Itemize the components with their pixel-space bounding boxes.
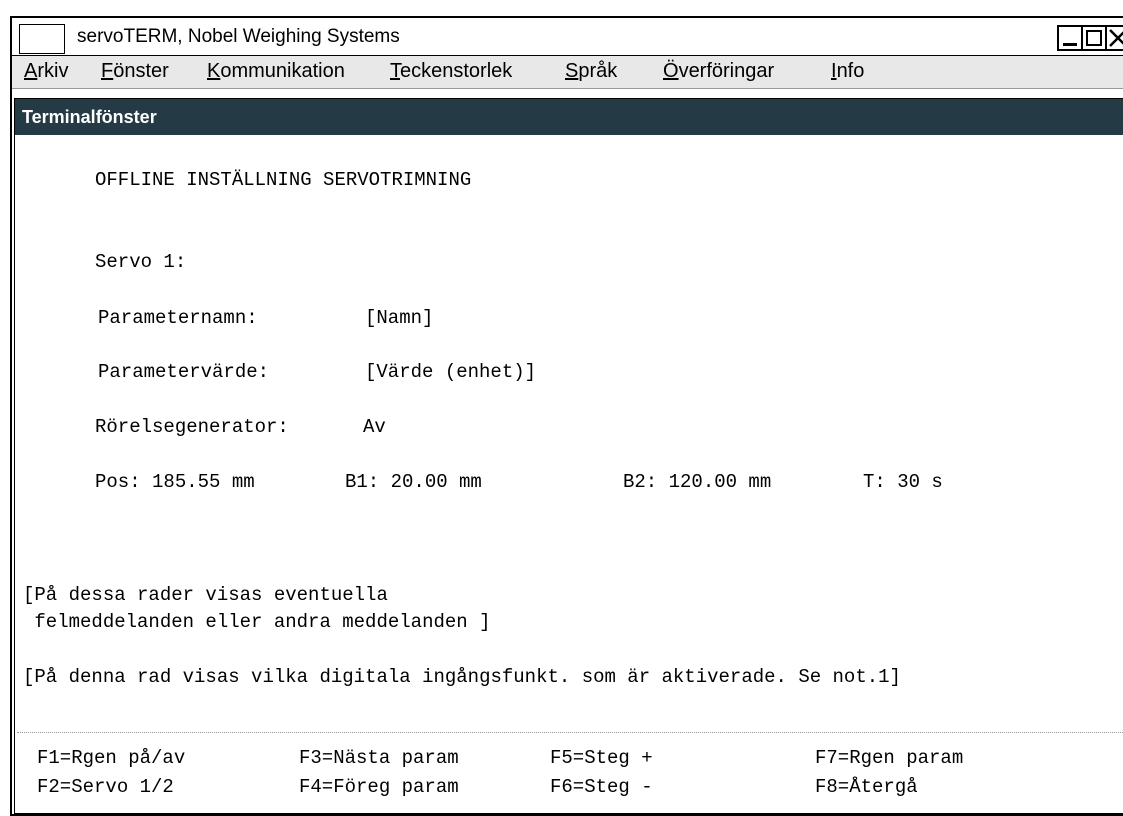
menu-kommunikation[interactable]: Kommunikation (207, 60, 345, 83)
position-readout: Pos: 185.55 mm (95, 471, 255, 493)
menu-bar: Arkiv Fönster Kommunikation Teckenstorle… (12, 56, 1123, 89)
fkey-f8: F8=Återgå (815, 776, 918, 798)
fkey-f1: F1=Rgen på/av (37, 747, 186, 769)
menu-overforingar[interactable]: Överföringar (663, 60, 774, 83)
b2-readout: B2: 120.00 mm (623, 471, 772, 493)
fkey-f2: F2=Servo 1/2 (37, 776, 174, 798)
fkey-f5: F5=Steg + (550, 747, 653, 769)
minimize-button[interactable] (1057, 25, 1083, 51)
motion-generator-value: Av (363, 416, 386, 438)
servo-label: Servo 1: (95, 251, 187, 273)
menu-info[interactable]: Info (831, 60, 864, 83)
message-line-1: [På dessa rader visas eventuella (23, 584, 388, 606)
motion-generator-label: Rörelsegenerator: (95, 416, 289, 438)
digital-input-line: [På denna rad visas vilka digitala ingån… (23, 666, 901, 688)
menu-fonster[interactable]: Fönster (101, 60, 169, 83)
fkey-f6: F6=Steg - (550, 776, 653, 798)
fkey-f3: F3=Nästa param (299, 747, 459, 769)
menu-arkiv[interactable]: Arkiv (24, 60, 68, 83)
terminal-title: Terminalfönster (22, 107, 157, 127)
terminal-title-bar: Terminalfönster (15, 99, 1123, 135)
b1-readout: B1: 20.00 mm (345, 471, 482, 493)
window-controls (1057, 25, 1123, 51)
menu-sprak[interactable]: Språk (565, 60, 617, 83)
screen-heading: OFFLINE INSTÄLLNING SERVOTRIMNING (95, 169, 472, 191)
title-bar: servoTERM, Nobel Weighing Systems (12, 18, 1123, 56)
fkey-f7: F7=Rgen param (815, 747, 964, 769)
close-icon (1109, 29, 1123, 47)
app-window: servoTERM, Nobel Weighing Systems Arkiv … (10, 16, 1123, 816)
param-value-label: Parametervärde: (98, 361, 270, 383)
param-name-value: [Namn] (365, 307, 434, 329)
separator (17, 732, 1123, 733)
fkey-f4: F4=Föreg param (299, 776, 459, 798)
param-value-value: [Värde (enhet)] (365, 361, 537, 383)
menu-teckenstorlek[interactable]: Teckenstorlek (390, 60, 512, 83)
param-name-label: Parameternamn: (98, 307, 258, 329)
system-menu-button[interactable] (19, 24, 65, 54)
maximize-button[interactable] (1081, 25, 1107, 51)
time-readout: T: 30 s (863, 471, 943, 493)
window-title: servoTERM, Nobel Weighing Systems (77, 26, 400, 47)
message-line-2: felmeddelanden eller andra meddelanden ] (23, 611, 491, 633)
close-button[interactable] (1105, 25, 1123, 51)
terminal-window: Terminalfönster OFFLINE INSTÄLLNING SERV… (14, 98, 1123, 814)
